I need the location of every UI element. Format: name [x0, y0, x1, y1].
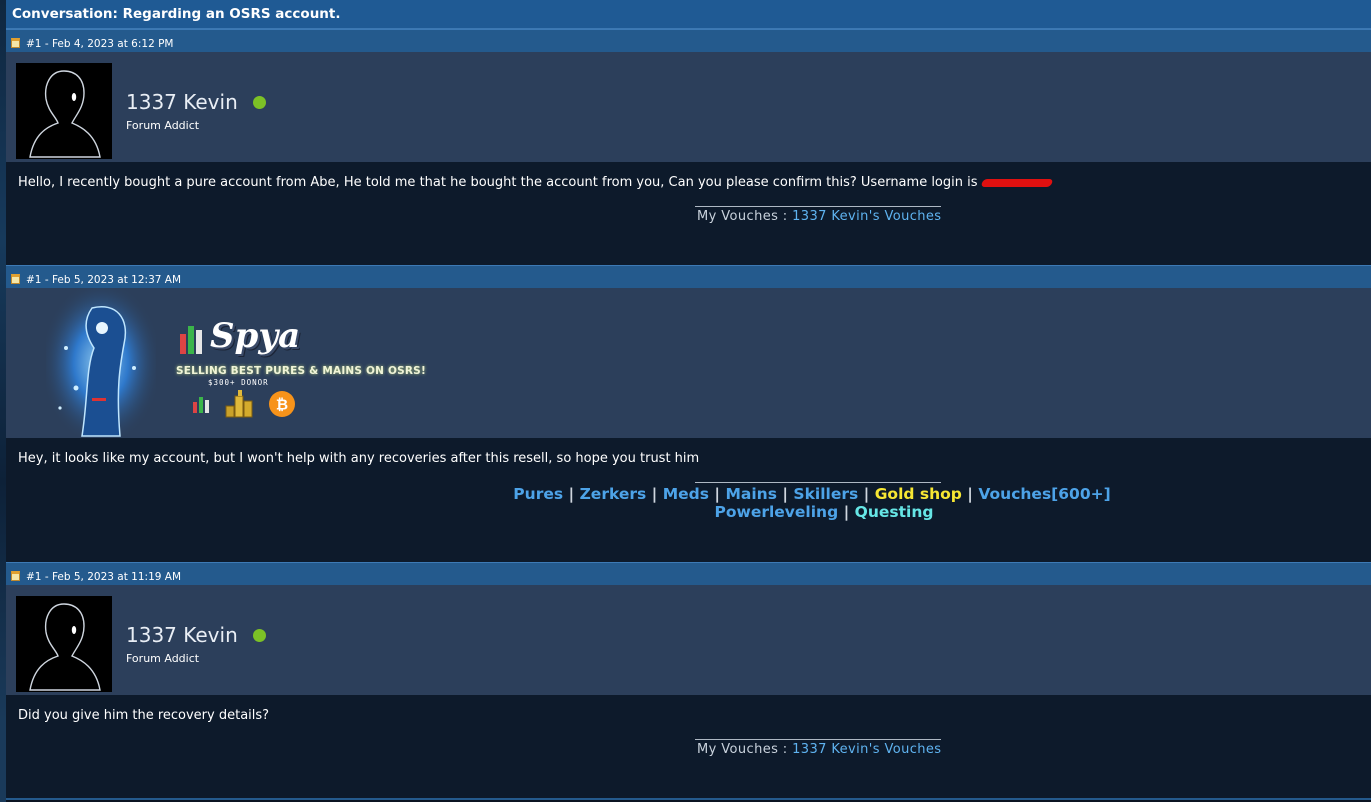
avatar-silhouette-icon [29, 70, 101, 158]
user-rank: Forum Addict [126, 652, 200, 665]
vouches-link[interactable]: 1337 Kevin's Vouches [792, 742, 941, 757]
post-meta[interactable]: #1 - Feb 5, 2023 at 11:19 AM [26, 571, 181, 583]
post-message: Hey, it looks like my account, but I won… [18, 451, 700, 466]
gold-shop-link[interactable]: Gold shop [875, 485, 962, 503]
note-icon [11, 570, 20, 581]
banner-tagline: SELLING BEST PURES & MAINS ON OSRS! [176, 365, 426, 377]
meds-link[interactable]: Meds [663, 485, 709, 503]
signature-links-row-2: Powerleveling | Questing [714, 503, 934, 521]
powerleveling-link[interactable]: Powerleveling [715, 503, 839, 521]
online-status-icon [252, 628, 266, 642]
post-message: Hello, I recently bought a pure account … [6, 162, 1371, 190]
avatar[interactable] [16, 63, 112, 159]
character-art-icon [46, 288, 156, 438]
vouches-count-link[interactable]: Vouches[600+] [978, 485, 1110, 503]
signature-divider [695, 206, 941, 207]
avatar-silhouette-icon [29, 603, 101, 691]
questing-link[interactable]: Questing [855, 503, 934, 521]
post-message: Did you give him the recovery details? [18, 708, 270, 723]
author-banner[interactable]: Spya SELLING BEST PURES & MAINS ON OSRS!… [6, 288, 1371, 438]
note-icon [11, 37, 20, 48]
post-header: #1 - Feb 4, 2023 at 6:12 PM [6, 29, 1371, 52]
pures-link[interactable]: Pures [513, 485, 563, 503]
bitcoin-icon: ₿ [269, 391, 295, 417]
post-header: #1 - Feb 5, 2023 at 12:37 AM [6, 265, 1371, 288]
skillers-link[interactable]: Skillers [793, 485, 858, 503]
post-meta[interactable]: #1 - Feb 4, 2023 at 6:12 PM [26, 38, 173, 50]
post-body: Hello, I recently bought a pure account … [6, 162, 1371, 265]
user-rank: Forum Addict [126, 119, 200, 132]
username[interactable]: 1337 Kevin [126, 90, 238, 114]
bar-chart-icon [193, 397, 209, 413]
author-bar: 1337 Kevin Forum Addict [6, 585, 1371, 695]
note-icon [11, 273, 20, 284]
username[interactable]: 1337 Kevin [126, 623, 238, 647]
conversation-container: Conversation: Regarding an OSRS account.… [6, 0, 1371, 802]
donor-badge: $300+ DONOR [208, 378, 269, 387]
bar-chart-logo-icon [180, 326, 202, 354]
signature: My Vouches : 1337 Kevin's Vouches [697, 209, 942, 224]
author-bar: 1337 Kevin Forum Addict [6, 52, 1371, 162]
post-divider [6, 798, 1371, 800]
signature-divider [695, 739, 941, 740]
vouches-link[interactable]: 1337 Kevin's Vouches [792, 209, 941, 224]
zerkers-link[interactable]: Zerkers [580, 485, 647, 503]
avatar[interactable] [16, 596, 112, 692]
conversation-title: Conversation: Regarding an OSRS account. [6, 0, 1371, 29]
svg-text:₿: ₿ [276, 396, 288, 414]
mains-link[interactable]: Mains [725, 485, 776, 503]
gold-coins-icon [225, 390, 253, 418]
brand-logo: Spya [210, 316, 301, 356]
post-body: Did you give him the recovery details? M… [6, 695, 1371, 798]
redaction-mark [980, 178, 1054, 187]
signature-divider [695, 482, 941, 483]
online-status-icon [252, 95, 266, 109]
post-header: #1 - Feb 5, 2023 at 11:19 AM [6, 562, 1371, 585]
post-body: Hey, it looks like my account, but I won… [6, 438, 1371, 562]
signature: My Vouches : 1337 Kevin's Vouches [697, 742, 942, 757]
post-meta[interactable]: #1 - Feb 5, 2023 at 12:37 AM [26, 274, 181, 286]
